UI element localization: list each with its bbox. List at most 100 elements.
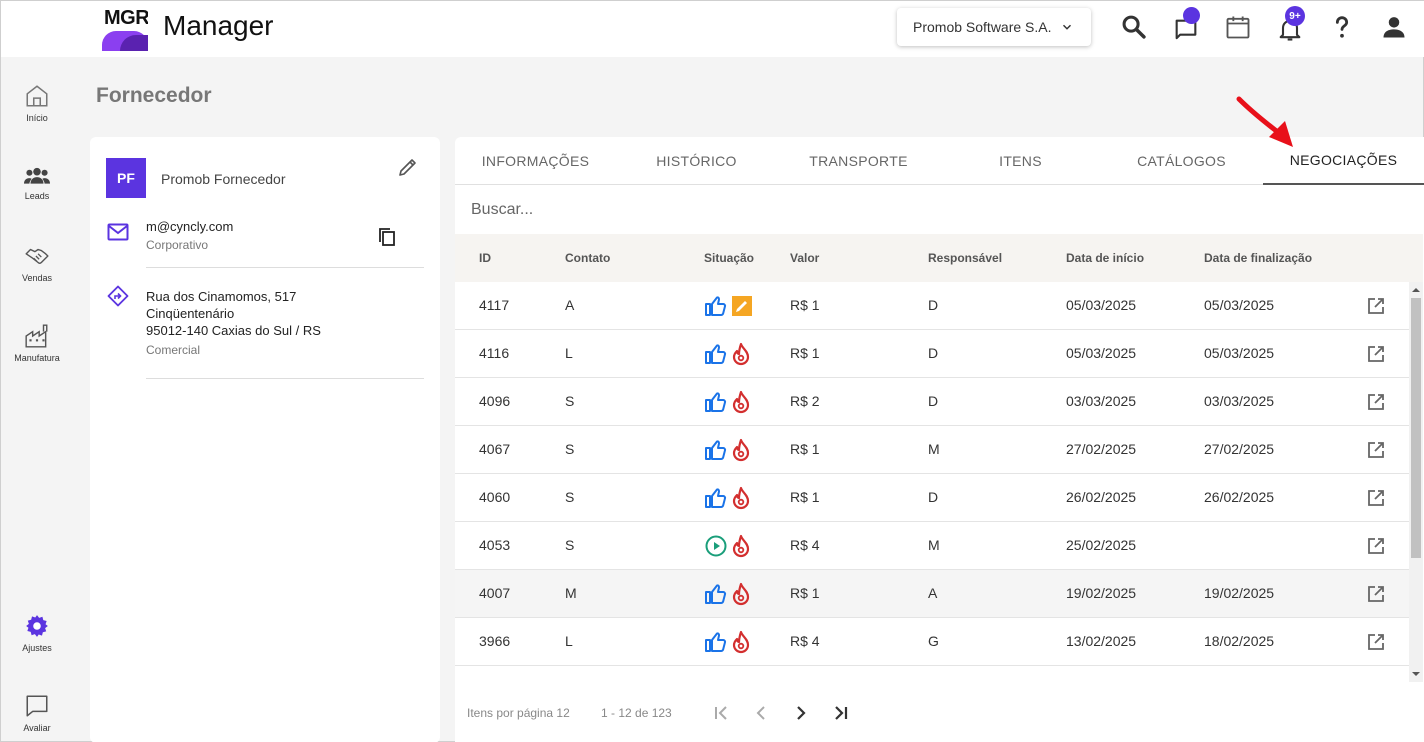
annotation-arrow-icon [1236,96,1293,147]
tab-informacoes[interactable]: INFORMAÇÕES [455,137,616,185]
cell-data-finalizacao: 19/02/2025 [1204,585,1275,601]
open-external-icon[interactable] [1367,489,1385,507]
tab-historico[interactable]: HISTÓRICO [616,137,777,185]
column-header-contato[interactable]: Contato [565,234,610,282]
column-header-id[interactable]: ID [479,234,491,282]
flame-icon [732,582,750,606]
company-select-value: Promob Software S.A. [913,19,1052,35]
cell-id: 4117 [479,297,510,313]
scroll-up-icon[interactable] [1412,286,1420,294]
table-row[interactable]: 4060 S R$ 1 D 26/02/2025 26/02/2025 [455,474,1409,522]
cell-situacao [704,582,754,606]
table-row[interactable]: 3966 L R$ 4 G 13/02/2025 18/02/2025 [455,618,1409,666]
cell-contato: L [565,345,573,361]
previous-page-icon[interactable] [749,701,773,725]
last-page-icon[interactable] [829,701,853,725]
cell-situacao [704,390,754,414]
column-header-responsavel[interactable]: Responsável [928,234,1002,282]
sidebar-item-avaliar[interactable]: Avaliar [1,693,73,733]
open-external-icon[interactable] [1367,345,1385,363]
cell-valor: R$ 1 [790,345,820,361]
open-external-icon[interactable] [1367,537,1385,555]
flame-icon [732,534,750,558]
table-row[interactable]: 4007 M R$ 1 A 19/02/2025 19/02/2025 [455,570,1409,618]
flame-icon [732,390,750,414]
next-page-icon[interactable] [789,701,813,725]
logo-text: MGR [104,7,148,29]
address-line-2: Cinqüentenário [146,306,235,321]
chat-button[interactable] [1172,7,1202,43]
page-range: 1 - 12 de 123 [601,706,672,720]
open-external-icon[interactable] [1367,441,1385,459]
cell-contato: S [565,489,575,505]
cell-data-inicio: 25/02/2025 [1066,537,1137,553]
app-logo[interactable]: MGR [100,3,148,51]
cell-data-finalizacao: 26/02/2025 [1204,489,1275,505]
thumbs-up-icon [705,584,727,604]
cell-contato: S [565,393,575,409]
table-row[interactable]: 4116 L R$ 1 D 05/03/2025 05/03/2025 [455,330,1409,378]
address-line-3: 95012-140 Caxias do Sul / RS [146,323,321,338]
search-input[interactable] [456,186,1424,234]
sidebar-item-ajustes[interactable]: Ajustes [1,613,73,653]
pencil-icon[interactable] [396,155,420,179]
page-title: Fornecedor [96,84,212,107]
column-header-data-finalizacao[interactable]: Data de finalização [1204,234,1312,282]
table-scrollbar[interactable] [1409,282,1423,682]
calendar-icon[interactable] [1224,13,1252,41]
tab-transporte[interactable]: TRANSPORTE [778,137,939,185]
first-page-icon[interactable] [709,701,733,725]
top-header: MGR Manager Promob Software S.A. 9+ [1,1,1424,57]
items-per-page[interactable]: Itens por página 12 [467,706,570,720]
cell-responsavel: D [928,489,939,505]
search-icon[interactable] [1120,13,1148,41]
negotiations-table-body: 4117 A R$ 1 D 05/03/2025 05/03/2025 4116 L R$ 1 D… [455,282,1409,666]
notifications-button[interactable]: 9+ [1276,6,1306,43]
divider [146,267,424,268]
table-row[interactable]: 4053 S R$ 4 M 25/02/2025 [455,522,1409,570]
sidebar-item-manufatura[interactable]: Manufatura [1,323,73,363]
supplier-email: m@cyncly.com [146,219,234,234]
company-select[interactable]: Promob Software S.A. [897,8,1091,46]
cell-data-finalizacao: 03/03/2025 [1204,393,1275,409]
avatar: PF [106,158,146,198]
sidebar: Início Leads Vendas Manufatura Ajustes A… [1,57,73,742]
sidebar-item-vendas[interactable]: Vendas [1,243,73,283]
user-icon[interactable] [1380,13,1408,41]
column-header-situacao[interactable]: Situação [704,234,754,282]
thumbs-up-icon [705,488,727,508]
table-row[interactable]: 4067 S R$ 1 M 27/02/2025 27/02/2025 [455,426,1409,474]
cell-data-inicio: 05/03/2025 [1066,345,1137,361]
column-header-valor[interactable]: Valor [790,234,819,282]
flame-icon [732,342,750,366]
cell-responsavel: G [928,633,939,649]
thumbs-up-icon [705,296,727,316]
supplier-name: Promob Fornecedor [161,171,286,187]
cell-valor: R$ 4 [790,633,820,649]
cell-id: 4007 [479,585,511,601]
help-icon[interactable] [1328,13,1356,41]
gear-icon [26,615,48,637]
thumbs-up-icon [705,440,727,460]
address-line-1: Rua dos Cinamomos, 517 [146,289,297,304]
app-name: Manager [163,10,274,41]
thumbs-up-icon [705,344,727,364]
open-external-icon[interactable] [1367,393,1385,411]
scrollbar-thumb[interactable] [1411,298,1421,558]
open-external-icon[interactable] [1367,297,1385,315]
open-external-icon[interactable] [1367,633,1385,651]
table-row[interactable]: 4096 S R$ 2 D 03/03/2025 03/03/2025 [455,378,1409,426]
sidebar-item-inicio[interactable]: Início [1,83,73,123]
open-external-icon[interactable] [1367,585,1385,603]
address-type: Comercial [146,343,201,357]
column-header-data-inicio[interactable]: Data de início [1066,234,1144,282]
scroll-down-icon[interactable] [1412,670,1420,678]
copy-icon[interactable] [378,227,396,247]
cell-responsavel: D [928,297,939,313]
edit-square-icon [732,296,752,316]
sidebar-item-leads[interactable]: Leads [1,165,73,201]
cell-data-finalizacao: 27/02/2025 [1204,441,1275,457]
table-row[interactable]: 4117 A R$ 1 D 05/03/2025 05/03/2025 [455,282,1409,330]
tab-itens[interactable]: ITENS [940,137,1101,185]
chevron-down-icon [1062,24,1071,30]
